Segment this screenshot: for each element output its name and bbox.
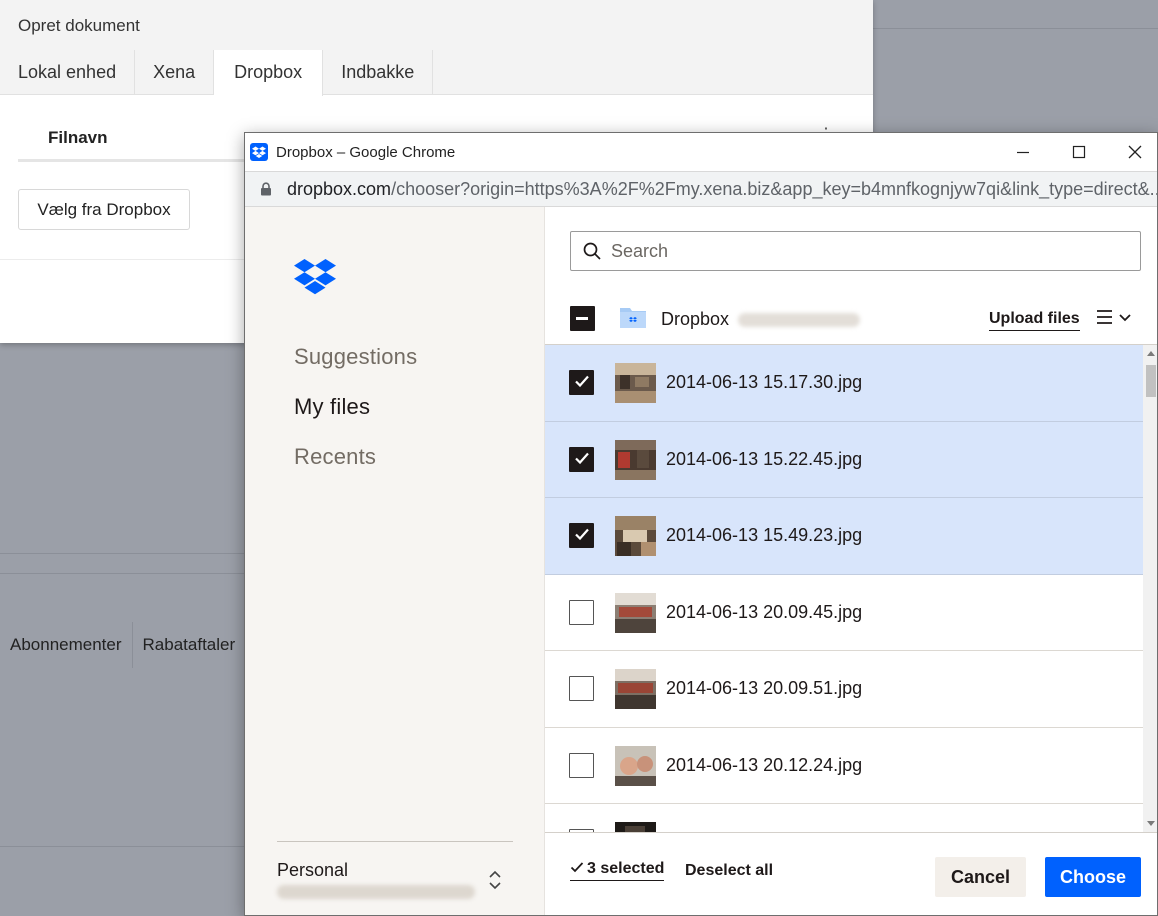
file-checkbox[interactable] bbox=[569, 446, 594, 472]
file-name: 2014-06-13 20.09.45.jpg bbox=[666, 601, 863, 622]
dropbox-chooser-window: Dropbox – Google Chrome dropbox.com/choo… bbox=[244, 132, 1158, 916]
sidebar-divider bbox=[277, 841, 513, 842]
upload-files-button[interactable]: Upload files bbox=[989, 310, 1080, 331]
file-row[interactable]: 2014-06-13 15.17.30.jpg bbox=[545, 345, 1143, 422]
file-checkbox[interactable] bbox=[569, 676, 594, 701]
dropbox-favicon-icon bbox=[250, 143, 268, 161]
column-underline bbox=[18, 159, 248, 162]
url-text[interactable]: dropbox.com/chooser?origin=https%3A%2F%2… bbox=[287, 179, 1157, 200]
choose-from-dropbox-button[interactable]: Vælg fra Dropbox bbox=[18, 189, 190, 230]
tab-local-device[interactable]: Lokal enhed bbox=[0, 50, 136, 95]
background-divider bbox=[0, 553, 244, 554]
select-all-checkbox[interactable] bbox=[570, 306, 595, 331]
photo-thumbnail bbox=[615, 592, 656, 633]
breadcrumb[interactable]: Dropbox bbox=[661, 309, 729, 330]
account-email-redacted bbox=[277, 885, 475, 899]
minimize-icon[interactable] bbox=[994, 133, 1051, 171]
search-input[interactable] bbox=[611, 232, 1131, 270]
file-name: 2014-06-13 15.49.23.jpg bbox=[666, 525, 863, 545]
tab-inbox[interactable]: Indbakke bbox=[323, 50, 434, 95]
background-tab-discounts[interactable]: Rabataftaler bbox=[133, 622, 246, 668]
file-checkbox[interactable] bbox=[569, 599, 594, 625]
window-titlebar: Dropbox – Google Chrome bbox=[245, 133, 1157, 171]
file-checkbox[interactable] bbox=[569, 370, 594, 395]
account-label[interactable]: Personal bbox=[277, 860, 348, 881]
folder-icon bbox=[619, 305, 647, 334]
file-row[interactable]: 2014-06-13 15.22.45.jpg bbox=[545, 421, 1143, 498]
photo-thumbnail bbox=[615, 439, 656, 480]
photo-thumbnail bbox=[615, 516, 656, 556]
tab-xena[interactable]: Xena bbox=[135, 50, 215, 95]
chooser-sidebar: Suggestions My files Recents Personal bbox=[245, 207, 545, 915]
view-options-icon[interactable] bbox=[1096, 308, 1132, 333]
background-tab-subscriptions[interactable]: Abonnementer bbox=[0, 622, 133, 668]
tab-dropbox[interactable]: Dropbox bbox=[214, 50, 324, 96]
nav-suggestions[interactable]: Suggestions bbox=[294, 344, 417, 370]
background-divider bbox=[873, 28, 1158, 29]
file-name: 2014-06-13 15.17.30.jpg bbox=[666, 372, 863, 392]
file-row[interactable] bbox=[545, 804, 1143, 832]
nav-my-files[interactable]: My files bbox=[294, 394, 370, 420]
file-name: 2014-06-13 20.12.24.jpg bbox=[666, 754, 863, 775]
maximize-icon[interactable] bbox=[1050, 133, 1107, 171]
cancel-button[interactable]: Cancel bbox=[935, 857, 1026, 897]
file-row[interactable]: 2014-06-13 15.49.23.jpg bbox=[545, 498, 1143, 575]
photo-thumbnail bbox=[615, 669, 656, 709]
file-row[interactable]: 2014-06-13 20.09.51.jpg bbox=[545, 651, 1143, 728]
modal-title: Opret dokument bbox=[18, 16, 140, 35]
scrollbar-thumb[interactable] bbox=[1146, 365, 1156, 397]
breadcrumb-redacted bbox=[738, 313, 860, 327]
file-name: 2014-06-13 20.09.51.jpg bbox=[666, 678, 863, 698]
window-title: Dropbox – Google Chrome bbox=[276, 144, 456, 161]
chooser-footer: 3 selected Deselect all Cancel Choose bbox=[545, 832, 1157, 915]
choose-button[interactable]: Choose bbox=[1045, 857, 1141, 897]
file-row[interactable]: 2014-06-13 20.09.45.jpg bbox=[545, 574, 1143, 651]
filename-column-header: Filnavn bbox=[48, 128, 108, 147]
photo-thumbnail bbox=[615, 745, 656, 786]
check-icon bbox=[570, 862, 584, 873]
search-box[interactable] bbox=[570, 231, 1141, 271]
photo-thumbnail bbox=[615, 363, 656, 403]
file-checkbox[interactable] bbox=[569, 523, 594, 548]
file-list-header: Dropbox Upload files bbox=[545, 293, 1157, 345]
background-divider bbox=[0, 846, 244, 847]
file-checkbox[interactable] bbox=[569, 752, 594, 778]
close-icon[interactable] bbox=[1106, 133, 1157, 171]
selected-count[interactable]: 3 selected bbox=[570, 860, 665, 881]
background-divider bbox=[0, 573, 244, 574]
file-row[interactable]: 2014-06-13 20.12.24.jpg bbox=[545, 727, 1143, 804]
source-tabs: Lokal enhed Xena Dropbox Indbakke bbox=[0, 50, 434, 96]
file-list-scrollbar[interactable] bbox=[1143, 345, 1157, 832]
background-tabs: Abonnementer Rabataftaler bbox=[0, 622, 245, 668]
dropbox-logo-icon bbox=[294, 258, 336, 301]
modal-header: Opret dokument Lokal enhed Xena Dropbox … bbox=[0, 0, 873, 96]
account-switch-icon[interactable] bbox=[488, 869, 502, 896]
photo-thumbnail bbox=[615, 822, 656, 832]
lock-icon bbox=[260, 182, 272, 201]
search-icon bbox=[583, 242, 601, 265]
address-bar[interactable]: dropbox.com/chooser?origin=https%3A%2F%2… bbox=[245, 171, 1157, 207]
deselect-all-button[interactable]: Deselect all bbox=[685, 862, 773, 880]
file-name: 2014-06-13 15.22.45.jpg bbox=[666, 448, 863, 469]
nav-recents[interactable]: Recents bbox=[294, 444, 376, 470]
scroll-up-icon[interactable] bbox=[1147, 351, 1155, 356]
file-list: 2014-06-13 15.17.30.jpg 2014-06-13 15.22… bbox=[545, 345, 1143, 832]
scroll-down-icon[interactable] bbox=[1147, 821, 1155, 826]
